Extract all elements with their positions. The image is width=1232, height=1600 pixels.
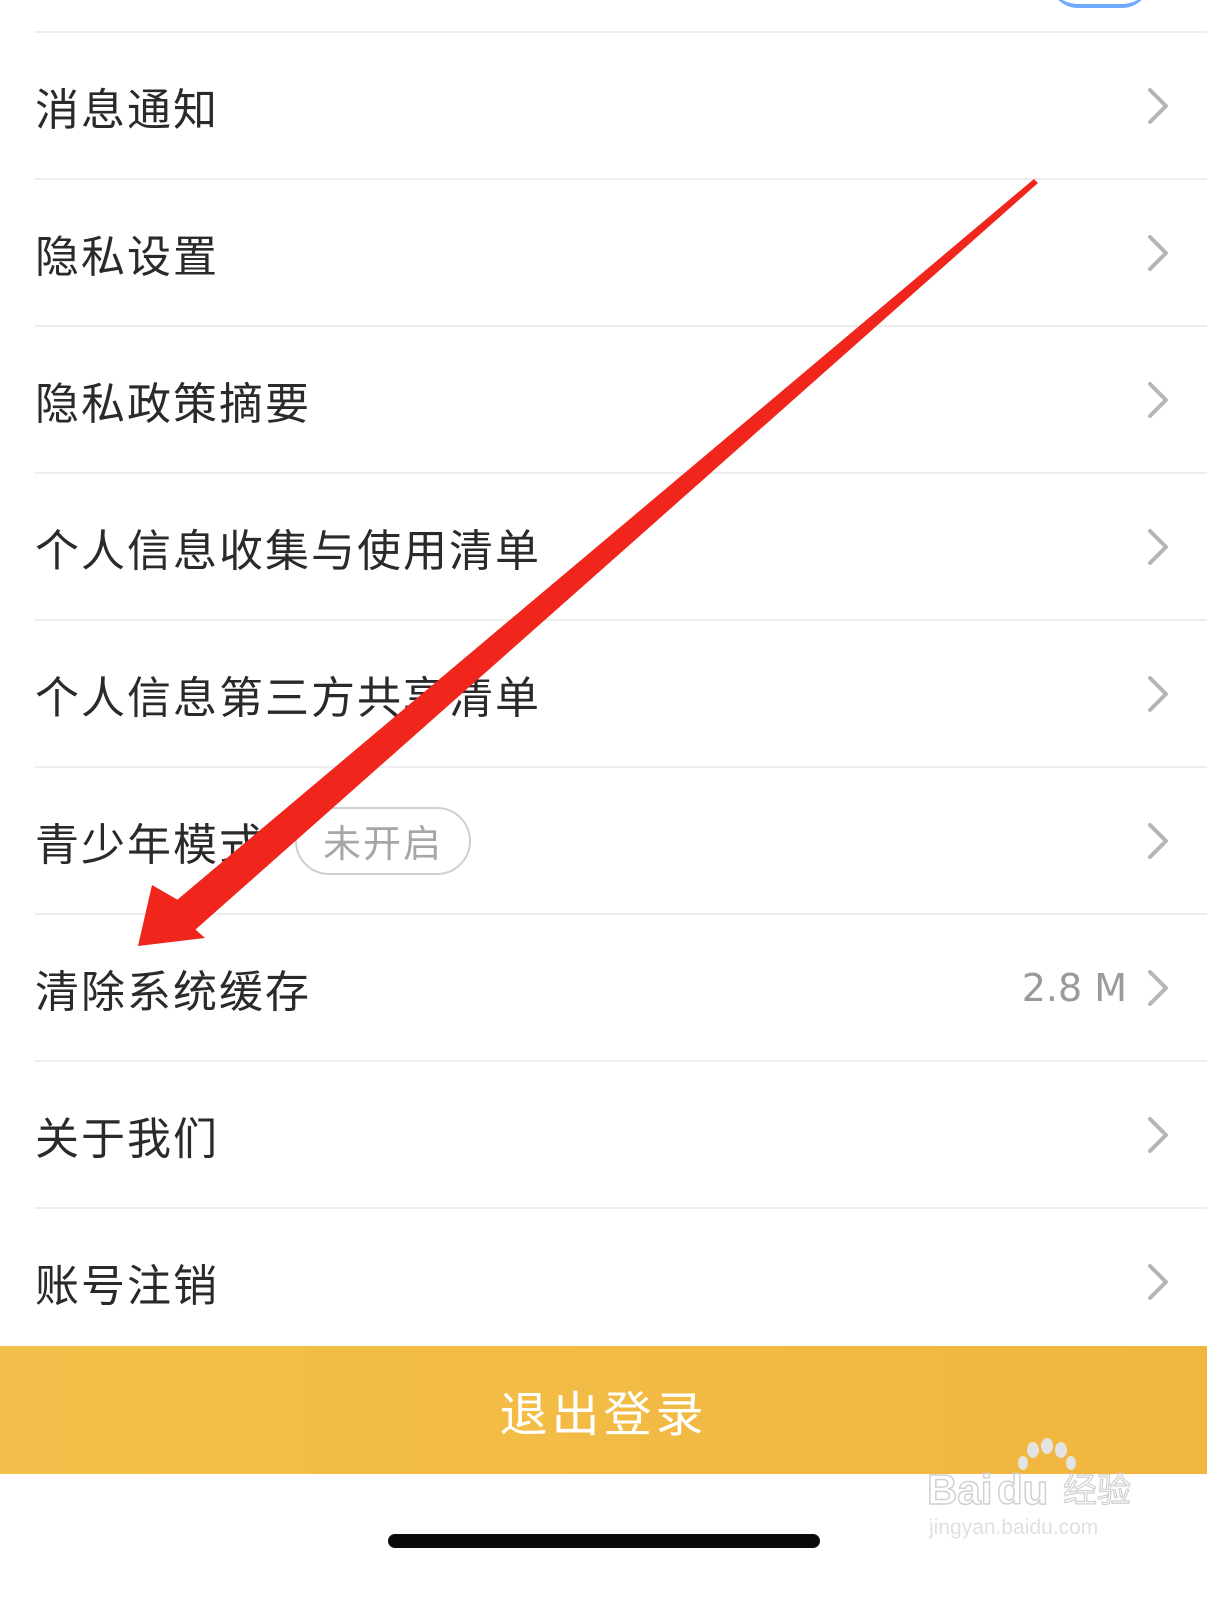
- row-label: 个人信息收集与使用清单: [35, 525, 541, 577]
- settings-row-account-deletion[interactable]: 账号注销: [35, 1207, 1207, 1354]
- settings-row-privacy-summary[interactable]: 隐私政策摘要: [35, 325, 1207, 472]
- row-label: 青少年模式: [35, 819, 265, 871]
- row-label: 消息通知: [35, 84, 219, 136]
- row-label: 隐私设置: [35, 231, 219, 283]
- chevron-right-icon: [1148, 969, 1168, 1006]
- settings-row-about-us[interactable]: 关于我们: [35, 1060, 1207, 1207]
- chevron-right-icon: [1148, 1263, 1168, 1300]
- logout-button[interactable]: 退出登录: [0, 1346, 1207, 1474]
- cache-size-value: 2.8 M: [1021, 965, 1127, 1010]
- chevron-right-icon: [1148, 1116, 1168, 1153]
- settings-row-notifications[interactable]: 消息通知: [35, 31, 1207, 178]
- row-label: 清除系统缓存: [35, 966, 311, 1018]
- settings-list: 消息通知 隐私设置 隐私政策摘要 个人信息收集与使用清单 个人信息第三方共享清单…: [35, 31, 1207, 1354]
- settings-row-third-party-sharing[interactable]: 个人信息第三方共享清单: [35, 619, 1207, 766]
- chevron-right-icon: [1148, 675, 1168, 712]
- chevron-right-icon: [1148, 381, 1168, 418]
- chevron-right-icon: [1148, 822, 1168, 859]
- settings-row-info-collection[interactable]: 个人信息收集与使用清单: [35, 472, 1207, 619]
- row-label: 账号注销: [35, 1260, 219, 1312]
- top-toggle-partial[interactable]: [1050, 0, 1150, 8]
- settings-row-privacy-settings[interactable]: 隐私设置: [35, 178, 1207, 325]
- chevron-right-icon: [1148, 87, 1168, 124]
- home-indicator[interactable]: [388, 1534, 820, 1548]
- svg-text:jingyan.baidu.com: jingyan.baidu.com: [928, 1516, 1098, 1539]
- svg-text:经验: 经验: [1063, 1471, 1131, 1511]
- chevron-right-icon: [1148, 528, 1168, 565]
- status-badge: 未开启: [295, 806, 472, 875]
- settings-row-teen-mode[interactable]: 青少年模式 未开启: [35, 766, 1207, 913]
- row-label: 关于我们: [35, 1113, 219, 1165]
- chevron-right-icon: [1148, 234, 1168, 271]
- settings-screen: 消息通知 隐私设置 隐私政策摘要 个人信息收集与使用清单 个人信息第三方共享清单…: [0, 0, 1232, 1600]
- settings-row-clear-cache[interactable]: 清除系统缓存 2.8 M: [35, 913, 1207, 1060]
- row-label: 隐私政策摘要: [35, 378, 311, 430]
- row-label: 个人信息第三方共享清单: [35, 672, 541, 724]
